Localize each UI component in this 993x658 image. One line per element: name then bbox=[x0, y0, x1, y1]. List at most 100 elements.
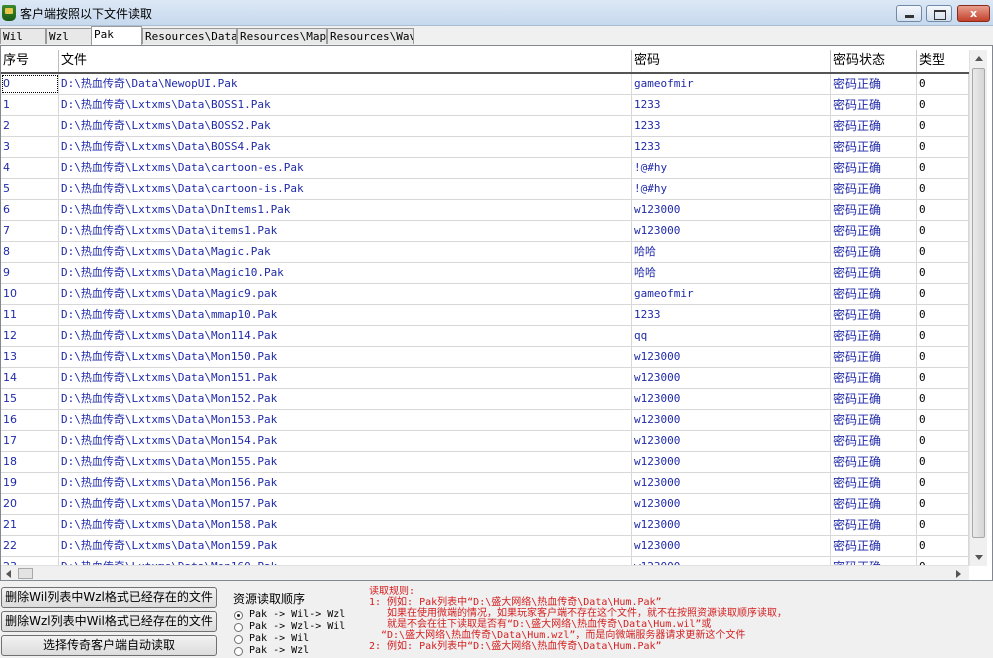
row-index[interactable]: 5 bbox=[1, 179, 59, 199]
table-row[interactable]: 22 D:\热血传奇\Lxtxms\Data\Mon159.Pak w123000 密… bbox=[1, 536, 969, 557]
file-path[interactable]: D:\热血传奇\Lxtxms\Data\Mon159.Pak bbox=[59, 536, 632, 556]
table-row[interactable]: 1 D:\热血传奇\Lxtxms\Data\BOSS1.Pak 1233 密码正确 0 bbox=[1, 95, 969, 116]
scroll-down-icon[interactable] bbox=[975, 555, 983, 560]
row-index[interactable]: 7 bbox=[1, 221, 59, 241]
status-cell[interactable]: 密码正确 bbox=[831, 263, 917, 283]
row-index[interactable]: 19 bbox=[1, 473, 59, 493]
password-cell[interactable]: w123000 bbox=[632, 494, 831, 514]
type-cell[interactable]: 0 bbox=[917, 74, 969, 94]
type-cell[interactable]: 0 bbox=[917, 242, 969, 262]
row-index[interactable]: 11 bbox=[1, 305, 59, 325]
table-row[interactable]: 7 D:\热血传奇\Lxtxms\Data\items1.Pak w123000 密码… bbox=[1, 221, 969, 242]
password-cell[interactable]: !@#hy bbox=[632, 179, 831, 199]
maximize-button[interactable] bbox=[926, 5, 952, 22]
password-cell[interactable]: gameofmir bbox=[632, 74, 831, 94]
table-row[interactable]: 18 D:\热血传奇\Lxtxms\Data\Mon155.Pak w123000 密… bbox=[1, 452, 969, 473]
status-cell[interactable]: 密码正确 bbox=[831, 410, 917, 430]
file-path[interactable]: D:\热血传奇\Lxtxms\Data\BOSS2.Pak bbox=[59, 116, 632, 136]
type-cell[interactable]: 0 bbox=[917, 158, 969, 178]
file-path[interactable]: D:\热血传奇\Lxtxms\Data\Mon158.Pak bbox=[59, 515, 632, 535]
auto-read-client-button[interactable]: 选择传奇客户端自动读取 bbox=[1, 635, 217, 656]
password-cell[interactable]: w123000 bbox=[632, 347, 831, 367]
row-index[interactable]: 20 bbox=[1, 494, 59, 514]
status-cell[interactable]: 密码正确 bbox=[831, 473, 917, 493]
table-row[interactable]: 13 D:\热血传奇\Lxtxms\Data\Mon150.Pak w123000 密… bbox=[1, 347, 969, 368]
status-cell[interactable]: 密码正确 bbox=[831, 536, 917, 556]
file-path[interactable]: D:\热血传奇\Lxtxms\Data\Mon152.Pak bbox=[59, 389, 632, 409]
file-path[interactable]: D:\热血传奇\Lxtxms\Data\Mon151.Pak bbox=[59, 368, 632, 388]
password-cell[interactable]: w123000 bbox=[632, 389, 831, 409]
status-cell[interactable]: 密码正确 bbox=[831, 431, 917, 451]
password-cell[interactable]: w123000 bbox=[632, 200, 831, 220]
file-path[interactable]: D:\热血传奇\Lxtxms\Data\DnItems1.Pak bbox=[59, 200, 632, 220]
tab-resources-data[interactable]: Resources\Data bbox=[142, 28, 237, 44]
password-cell[interactable]: 1233 bbox=[632, 116, 831, 136]
row-index[interactable]: 3 bbox=[1, 137, 59, 157]
type-cell[interactable]: 0 bbox=[917, 137, 969, 157]
password-cell[interactable]: w123000 bbox=[632, 368, 831, 388]
row-index[interactable]: 15 bbox=[1, 389, 59, 409]
password-cell[interactable]: 哈哈 bbox=[632, 242, 831, 262]
table-row[interactable]: 8 D:\热血传奇\Lxtxms\Data\Magic.Pak 哈哈 密码正确 0 bbox=[1, 242, 969, 263]
table-row[interactable]: 4 D:\热血传奇\Lxtxms\Data\cartoon-es.Pak !@#hy… bbox=[1, 158, 969, 179]
file-path[interactable]: D:\热血传奇\Lxtxms\Data\cartoon-es.Pak bbox=[59, 158, 632, 178]
status-cell[interactable]: 密码正确 bbox=[831, 137, 917, 157]
password-cell[interactable]: 1233 bbox=[632, 137, 831, 157]
table-row[interactable]: 17 D:\热血传奇\Lxtxms\Data\Mon154.Pak w123000 密… bbox=[1, 431, 969, 452]
type-cell[interactable]: 0 bbox=[917, 515, 969, 535]
row-index[interactable]: 8 bbox=[1, 242, 59, 262]
status-cell[interactable]: 密码正确 bbox=[831, 242, 917, 262]
row-index[interactable]: 2 bbox=[1, 116, 59, 136]
table-row[interactable]: 2 D:\热血传奇\Lxtxms\Data\BOSS2.Pak 1233 密码正确 0 bbox=[1, 116, 969, 137]
delete-wzl-duplicates-button[interactable]: 删除Wil列表中Wzl格式已经存在的文件 bbox=[1, 587, 217, 608]
file-path[interactable]: D:\热血传奇\Lxtxms\Data\Mon157.Pak bbox=[59, 494, 632, 514]
type-cell[interactable]: 0 bbox=[917, 368, 969, 388]
status-cell[interactable]: 密码正确 bbox=[831, 179, 917, 199]
type-cell[interactable]: 0 bbox=[917, 536, 969, 556]
row-index[interactable]: 10 bbox=[1, 284, 59, 304]
type-cell[interactable]: 0 bbox=[917, 116, 969, 136]
password-cell[interactable]: w123000 bbox=[632, 473, 831, 493]
column-header-password[interactable]: 密码 bbox=[632, 50, 831, 72]
password-cell[interactable]: w123000 bbox=[632, 410, 831, 430]
type-cell[interactable]: 0 bbox=[917, 263, 969, 283]
table-row[interactable]: 15 D:\热血传奇\Lxtxms\Data\Mon152.Pak w123000 密… bbox=[1, 389, 969, 410]
column-header-status[interactable]: 密码状态 bbox=[831, 50, 917, 72]
row-index[interactable]: 16 bbox=[1, 410, 59, 430]
password-cell[interactable]: w123000 bbox=[632, 452, 831, 472]
file-path[interactable]: D:\热血传奇\Lxtxms\Data\BOSS4.Pak bbox=[59, 137, 632, 157]
status-cell[interactable]: 密码正确 bbox=[831, 368, 917, 388]
column-header-file[interactable]: 文件 bbox=[59, 50, 632, 72]
table-row[interactable]: 5 D:\热血传奇\Lxtxms\Data\cartoon-is.Pak !@#hy… bbox=[1, 179, 969, 200]
table-row[interactable]: 6 D:\热血传奇\Lxtxms\Data\DnItems1.Pak w123000… bbox=[1, 200, 969, 221]
scroll-right-icon[interactable] bbox=[956, 570, 961, 578]
status-cell[interactable]: 密码正确 bbox=[831, 326, 917, 346]
type-cell[interactable]: 0 bbox=[917, 431, 969, 451]
password-cell[interactable]: w123000 bbox=[632, 515, 831, 535]
type-cell[interactable]: 0 bbox=[917, 284, 969, 304]
radio-selected-icon[interactable] bbox=[234, 611, 243, 620]
row-index[interactable]: 1 bbox=[1, 95, 59, 115]
file-path[interactable]: D:\热血传奇\Lxtxms\Data\BOSS1.Pak bbox=[59, 95, 632, 115]
file-path[interactable]: D:\热血传奇\Lxtxms\Data\Magic.Pak bbox=[59, 242, 632, 262]
tab-wil[interactable]: Wil bbox=[0, 28, 46, 44]
tab-pak[interactable]: Pak bbox=[91, 26, 142, 45]
table-row[interactable]: 19 D:\热血传奇\Lxtxms\Data\Mon156.Pak w123000 密… bbox=[1, 473, 969, 494]
file-path[interactable]: D:\热血传奇\Lxtxms\Data\Mon156.Pak bbox=[59, 473, 632, 493]
file-path[interactable]: D:\热血传奇\Lxtxms\Data\items1.Pak bbox=[59, 221, 632, 241]
password-cell[interactable]: !@#hy bbox=[632, 158, 831, 178]
row-index[interactable]: 18 bbox=[1, 452, 59, 472]
horizontal-scrollbar[interactable] bbox=[1, 565, 969, 580]
status-cell[interactable]: 密码正确 bbox=[831, 95, 917, 115]
row-index[interactable]: 14 bbox=[1, 368, 59, 388]
row-index[interactable]: 9 bbox=[1, 263, 59, 283]
file-path[interactable]: D:\热血传奇\Lxtxms\Data\Mon153.Pak bbox=[59, 410, 632, 430]
type-cell[interactable]: 0 bbox=[917, 305, 969, 325]
row-index[interactable]: 13 bbox=[1, 347, 59, 367]
status-cell[interactable]: 密码正确 bbox=[831, 347, 917, 367]
minimize-button[interactable] bbox=[896, 5, 922, 22]
table-row[interactable]: 20 D:\热血传奇\Lxtxms\Data\Mon157.Pak w123000 密… bbox=[1, 494, 969, 515]
status-cell[interactable]: 密码正确 bbox=[831, 452, 917, 472]
table-row[interactable]: 3 D:\热血传奇\Lxtxms\Data\BOSS4.Pak 1233 密码正确 0 bbox=[1, 137, 969, 158]
status-cell[interactable]: 密码正确 bbox=[831, 74, 917, 94]
